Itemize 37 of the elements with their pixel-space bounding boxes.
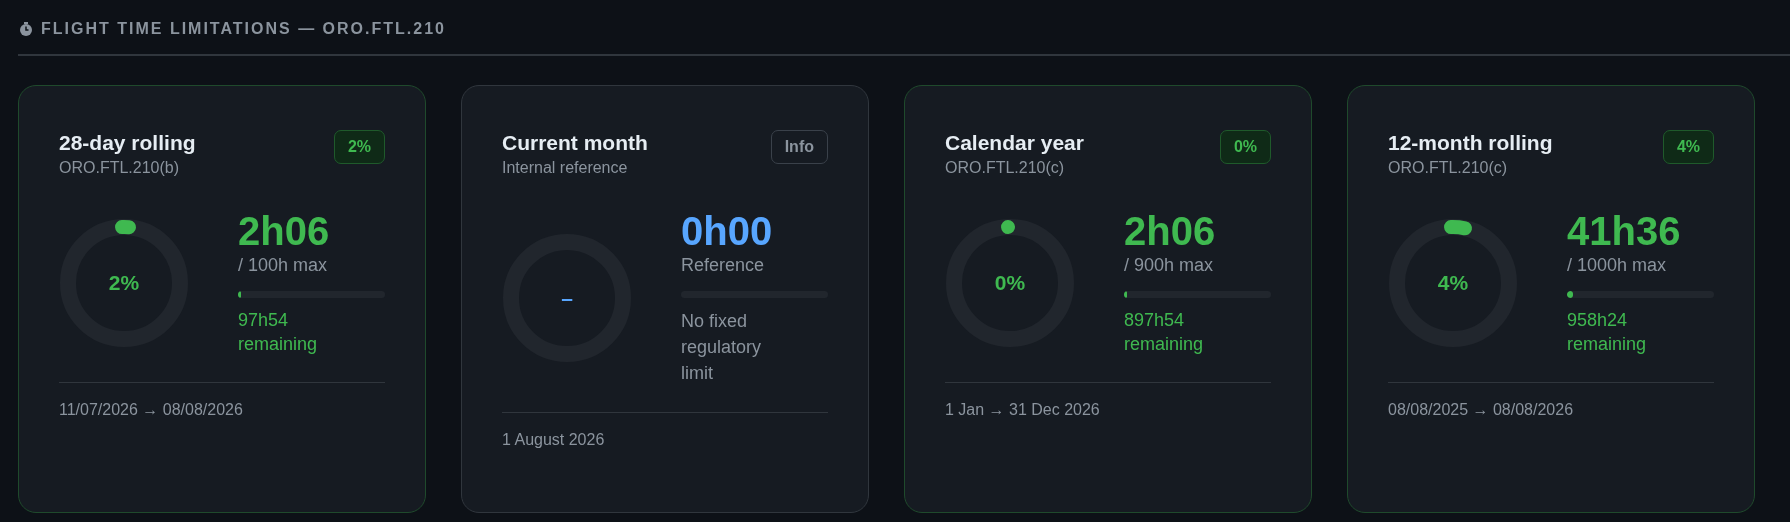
card-subtitle: ORO.FTL.210(c)	[945, 158, 1066, 178]
flight-time-value: 2h06	[238, 209, 331, 253]
remaining-label: remaining	[1567, 333, 1648, 356]
flight-time-value: 2h06	[1124, 209, 1217, 253]
remaining-time: 897h54	[1124, 309, 1186, 332]
card-title: 12-month rolling	[1388, 130, 1553, 156]
gauge-percent: 4%	[1437, 269, 1469, 296]
percent-badge: 2%	[333, 130, 385, 164]
max-caption: / 900h max	[1124, 254, 1215, 277]
max-caption: Reference	[681, 254, 766, 277]
date-range: 11/07/2026 → 08/08/2026	[59, 401, 243, 418]
limit-note: No fixed regulatory limit	[681, 310, 763, 385]
stopwatch-icon	[19, 22, 33, 36]
card-title: 28-day rolling	[59, 130, 196, 156]
remaining-time: 97h54	[238, 309, 290, 332]
card-subtitle: ORO.FTL.210(b)	[59, 158, 181, 178]
flight-time-value: 41h36	[1567, 209, 1682, 253]
remaining-time: 958h24	[1567, 309, 1629, 332]
date-range: 1 Jan → 31 Dec 2026	[945, 401, 1100, 418]
card-title: Current month	[502, 130, 648, 156]
card-subtitle: ORO.FTL.210(c)	[1388, 158, 1509, 178]
remaining-label: remaining	[238, 333, 319, 356]
date-range: 08/08/2025 → 08/08/2026	[1388, 401, 1574, 418]
percent-badge: Info	[770, 130, 828, 164]
percent-badge: 4%	[1662, 130, 1714, 164]
section-title: FLIGHT TIME LIMITATIONS — ORO.FTL.210	[41, 19, 446, 39]
card-title: Calendar year	[945, 130, 1084, 156]
gauge-percent: –	[561, 284, 573, 311]
max-caption: / 1000h max	[1567, 254, 1668, 277]
remaining-label: remaining	[1124, 333, 1205, 356]
flight-time-value: 0h00	[681, 209, 774, 253]
max-caption: / 100h max	[238, 254, 329, 277]
gauge-percent: 2%	[108, 269, 140, 296]
percent-badge: 0%	[1219, 130, 1271, 164]
date-range: 1 August 2026	[502, 431, 605, 448]
gauge-percent: 0%	[994, 269, 1026, 296]
card-subtitle: Internal reference	[502, 158, 629, 178]
